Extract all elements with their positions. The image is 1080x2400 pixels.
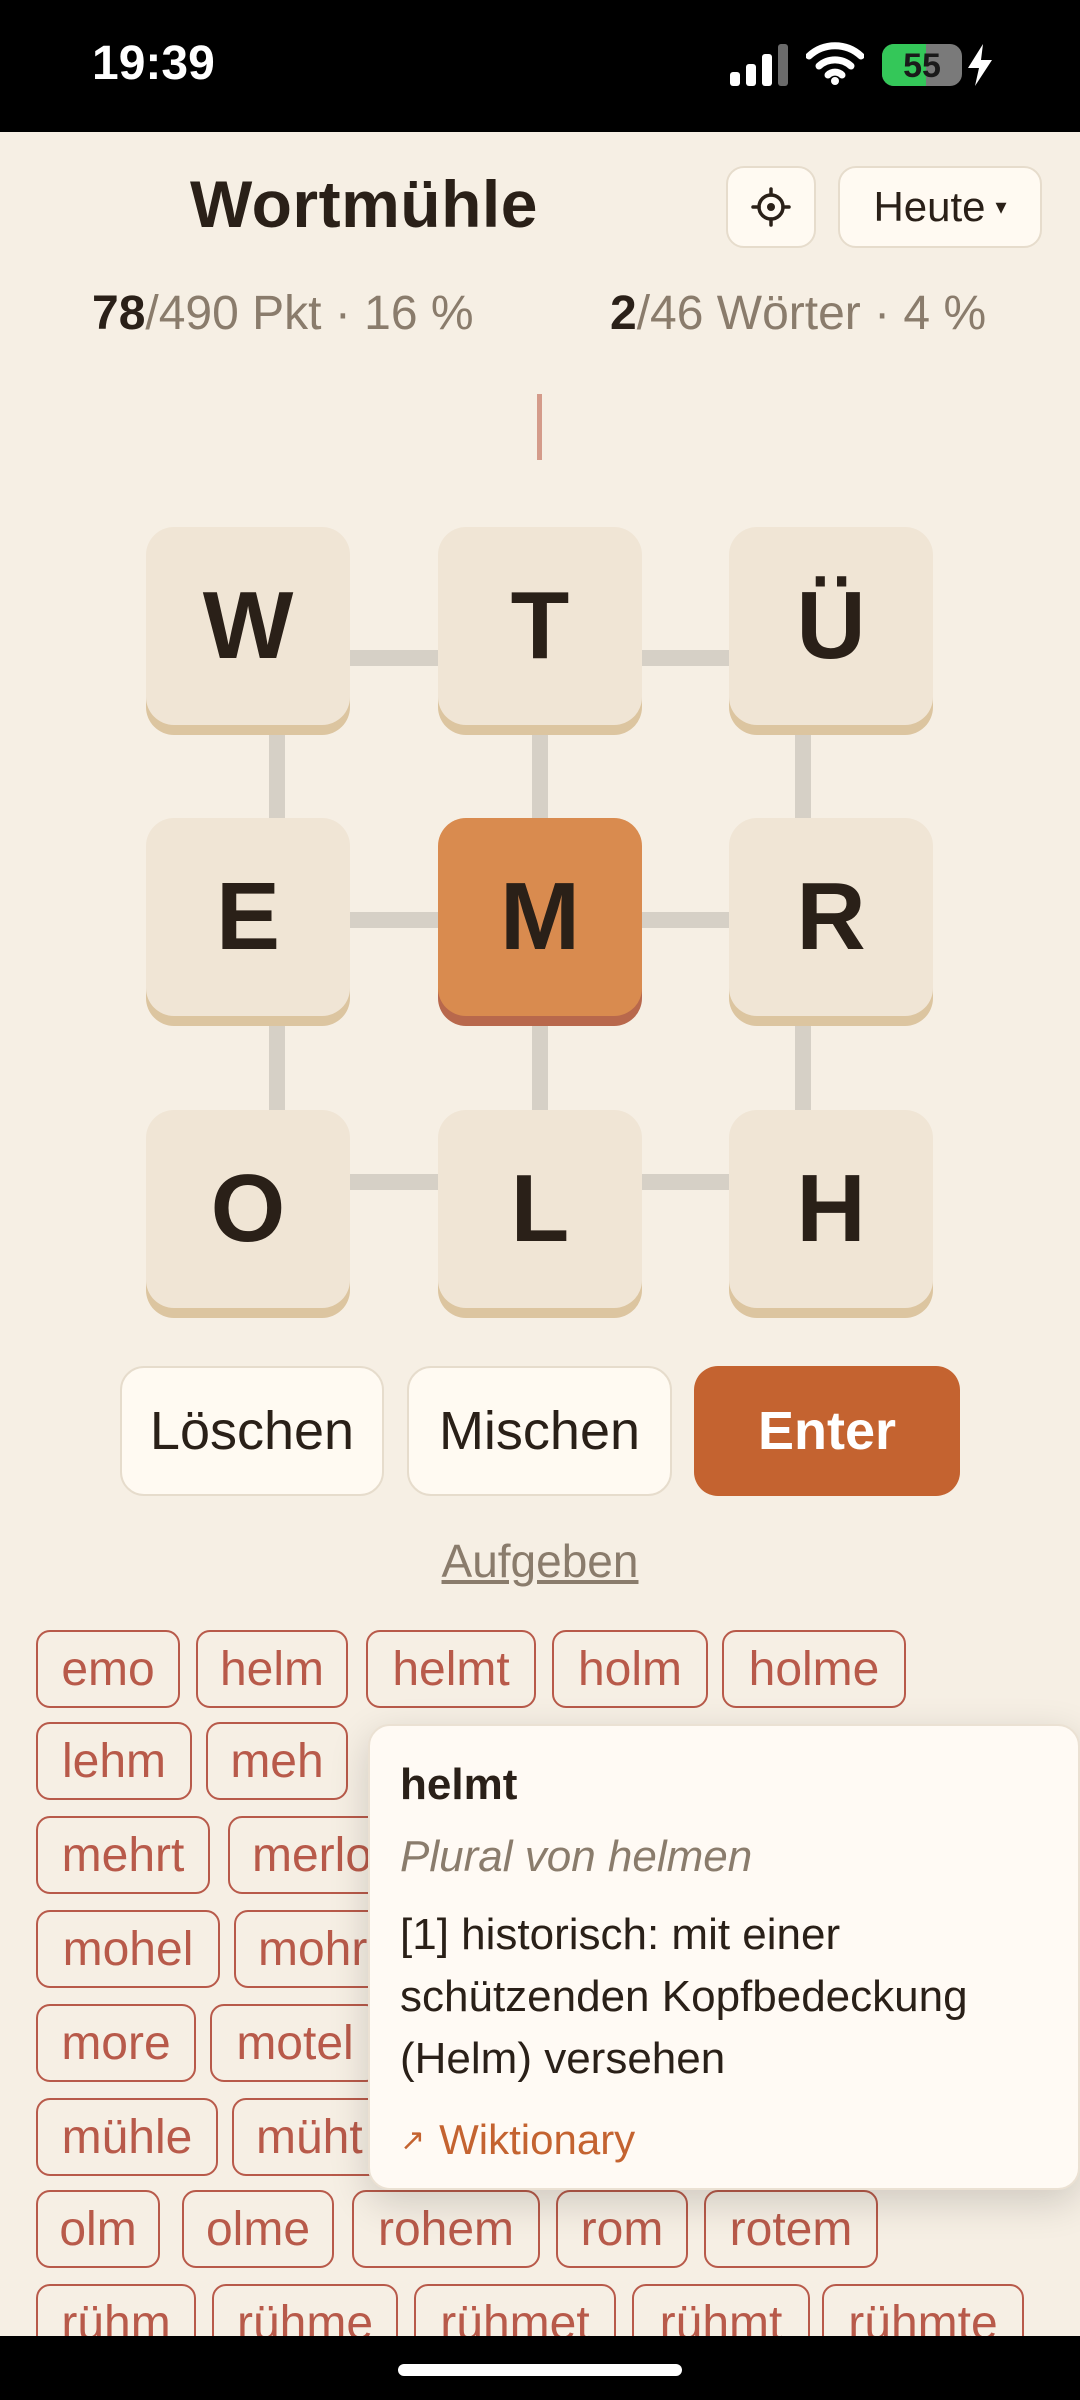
board-connector [350,912,440,928]
word-chip[interactable]: lehm [36,1722,192,1800]
give-up-link[interactable]: Aufgeben [0,1534,1080,1588]
letter-tile[interactable]: R [729,818,933,1016]
letter-tile[interactable]: E [146,818,350,1016]
settings-button[interactable] [726,166,816,248]
word-chip[interactable]: rohem [352,2190,540,2268]
center-letter-tile[interactable]: M [438,818,642,1016]
enter-button[interactable]: Enter [694,1366,960,1496]
board-connector [532,724,548,824]
points-total: /490 Pkt · 16 % [145,287,474,340]
definition-line: schützenden Kopfbedeckung [400,1972,968,2021]
word-chip[interactable]: more [36,2004,196,2082]
wifi-icon [806,42,864,85]
signal-bars-icon [730,44,788,86]
letter-tile[interactable]: O [146,1110,350,1308]
popover-word: helmt [400,1760,518,1809]
board-connector [640,912,730,928]
word-chip[interactable]: helmt [366,1630,536,1708]
definition-line: [1] historisch: mit einer [400,1910,841,1959]
letter-tile[interactable]: H [729,1110,933,1308]
word-chip[interactable]: holme [722,1630,906,1708]
definition-popover: helmt Plural von helmen [1] historisch: … [368,1724,1080,2190]
board-connector [795,1016,811,1116]
board-connector [269,1016,285,1116]
letter-tile[interactable]: W [146,527,350,725]
word-chip[interactable]: mehrt [36,1816,210,1894]
chevron-down-icon: ▾ [995,194,1007,219]
word-chip[interactable]: olm [36,2190,160,2268]
page-title: Wortmühle [190,167,538,241]
board-connector [795,724,811,824]
shuffle-button[interactable]: Mischen [407,1366,672,1496]
date-select-label: Heute [873,183,986,230]
board-connector [269,724,285,824]
board-connector [640,1174,730,1190]
board-connector [350,650,440,666]
word-chip[interactable]: rotem [704,2190,878,2268]
home-indicator[interactable] [398,2364,682,2376]
words-stat: 2/46 Wörter · 4 % [610,286,986,341]
delete-button[interactable]: Löschen [120,1366,384,1496]
word-chip[interactable]: helm [196,1630,348,1708]
word-chip[interactable]: olme [182,2190,334,2268]
settings-icon [751,187,791,227]
board-connector [640,650,730,666]
input-cursor [537,394,542,460]
word-chip[interactable]: rom [556,2190,688,2268]
points-current: 78 [92,287,146,340]
status-bar: 19:39 55 [0,0,1080,132]
letter-tile[interactable]: Ü [729,527,933,725]
board-connector [532,1016,548,1116]
date-select-button[interactable]: Heute ▾ [838,166,1042,248]
word-chip[interactable]: holm [552,1630,708,1708]
points-stat: 78/490 Pkt · 16 % [92,286,474,341]
letter-tile[interactable]: T [438,527,642,725]
wiktionary-link[interactable]: ↗ Wiktionary [400,2116,1048,2164]
words-current: 2 [610,287,637,340]
popover-definition: [1] historisch: mit einer schützenden Ko… [400,1904,1048,2090]
definition-line: (Helm) versehen [400,2034,726,2083]
word-chip[interactable]: mühle [36,2098,218,2176]
letter-tile[interactable]: L [438,1110,642,1308]
words-total: /46 Wörter · 4 % [636,287,987,340]
wiktionary-link-label: Wiktionary [439,2116,636,2163]
battery-percent: 55 [903,47,941,85]
status-time: 19:39 [92,37,215,90]
bolt-icon [968,44,992,86]
board-connector [350,1174,440,1190]
external-link-icon: ↗ [400,2123,426,2157]
word-chip[interactable]: meh [206,1722,348,1800]
battery-indicator: 55 [882,44,962,86]
word-chip[interactable]: motel [210,2004,380,2082]
word-chip[interactable]: emo [36,1630,180,1708]
word-chip[interactable]: mohel [36,1910,220,1988]
popover-subtitle: Plural von helmen [400,1832,753,1881]
